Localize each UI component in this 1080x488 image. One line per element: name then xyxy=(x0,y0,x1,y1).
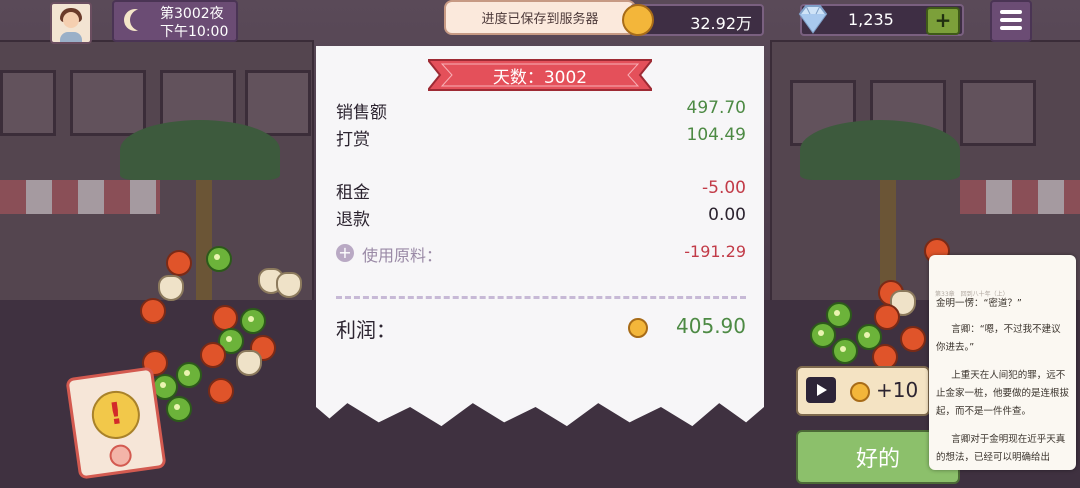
expand-plus-icon[interactable]: + xyxy=(336,244,354,262)
floating-reader-window[interactable]: 第33章 回到八十年（上） 金明一愣：“密道？” 言卿：“嗯，不过我不建议你进去… xyxy=(929,255,1076,470)
refund-value: 0.00 xyxy=(708,205,746,225)
reader-paragraph: 金明一愣：“密道？” xyxy=(936,298,1022,309)
refund-label: 退款 xyxy=(336,210,370,230)
gem-amount: 1,235 xyxy=(848,10,894,29)
home-dot-icon xyxy=(108,443,134,469)
gem-balance: 1,235 + xyxy=(798,4,964,36)
profit-value: 405.90 xyxy=(676,314,746,338)
save-toast: 进度已保存到服务器 xyxy=(444,0,636,35)
coin-amount: 32.92万 xyxy=(690,14,752,33)
play-video-icon xyxy=(806,377,836,403)
rent-label: 租金 xyxy=(336,183,370,203)
ad-reward-amount: +10 xyxy=(876,378,919,402)
rent-value: -5.00 xyxy=(702,178,746,198)
receipt-divider xyxy=(336,296,746,299)
diamond-icon xyxy=(798,5,828,34)
coin-icon xyxy=(622,4,654,36)
watch-ad-reward-button[interactable]: +10 xyxy=(796,366,930,416)
day-counter: 第3002夜 xyxy=(160,6,224,22)
phone-alert-card[interactable]: ! xyxy=(65,366,167,480)
time-of-day: 下午10:00 xyxy=(160,24,229,40)
player-avatar[interactable] xyxy=(50,2,92,44)
tips-label: 打赏 xyxy=(336,130,370,150)
profit-label: 利润： xyxy=(336,318,396,342)
sales-label: 销售额 xyxy=(336,103,387,123)
coin-balance: 32.92万 xyxy=(622,4,764,36)
day-time-panel: 第3002夜 下午10:00 xyxy=(112,0,238,42)
sales-value: 497.70 xyxy=(686,98,746,118)
coin-icon xyxy=(628,318,648,338)
day-banner-text: 天数：3002 xyxy=(492,67,588,88)
coin-icon xyxy=(850,382,870,402)
reader-paragraph: 上重天在人间犯的罪，远不止金家一桩，他要做的是连根拔起，而不是一件件查。 xyxy=(936,370,1070,417)
moon-icon xyxy=(130,9,152,31)
reader-paragraph: 言卿对于金明现在近乎天真的想法，已经可以明确给出 xyxy=(936,434,1066,463)
hamburger-menu-icon[interactable] xyxy=(990,0,1032,42)
reader-paragraph: 言卿：“嗯，不过我不建议你进去。” xyxy=(936,324,1061,353)
materials-value: -191.29 xyxy=(684,242,746,261)
exclamation-icon: ! xyxy=(88,387,143,443)
tips-value: 104.49 xyxy=(686,125,746,145)
avatar-body xyxy=(60,32,82,42)
avatar-face xyxy=(63,12,79,28)
materials-label: 使用原料： xyxy=(362,246,443,265)
add-gems-button[interactable]: + xyxy=(926,7,960,35)
